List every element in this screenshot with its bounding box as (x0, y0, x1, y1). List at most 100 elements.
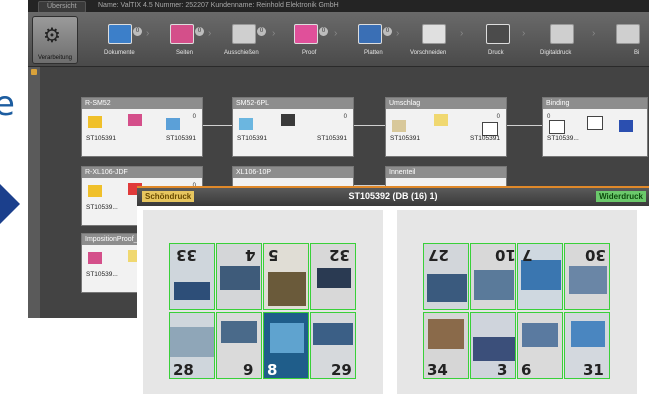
connector-line (352, 125, 385, 126)
page-tile[interactable]: 5 (263, 243, 309, 310)
page-number: 3 (497, 361, 508, 379)
page-number: 33 (176, 246, 197, 264)
front-sheet[interactable]: 33 4 5 32 28 9 8 29 (143, 210, 383, 394)
precut-icon (422, 24, 446, 44)
canvas-side-panel (28, 67, 40, 318)
page-tile[interactable]: 31 (564, 312, 610, 379)
back-sheet[interactable]: 27 10 7 30 34 3 6 31 (397, 210, 637, 394)
page-image (474, 270, 514, 300)
page-number: 7 (522, 246, 533, 264)
chevron-right-icon: › (460, 28, 464, 39)
page-number: 29 (331, 361, 352, 379)
chevron-right-icon: › (522, 28, 526, 39)
print-icon (486, 24, 510, 44)
sheet-title: ST105392 (DB (16) 1) (348, 191, 438, 201)
page-number: 8 (267, 361, 278, 379)
chevron-right-icon: › (592, 28, 596, 39)
node-code: ST10539... (86, 271, 118, 278)
step-label: Druck (488, 50, 504, 56)
node-code: ST105391 (390, 135, 420, 142)
node-code: ST105391 (237, 135, 267, 142)
page-tile[interactable]: 32 (310, 243, 356, 310)
connector-line (201, 125, 232, 126)
workflow-steps: 0 Dokumente › 0 Seiten › 0 Ausschießen ›… (80, 16, 649, 62)
page-number: 9 (243, 361, 254, 379)
book-icon (587, 116, 603, 130)
page-image (521, 260, 561, 290)
workflow-node-sm52-6pl[interactable]: SM52-6PL 0 ST105391 ST105391 (232, 97, 354, 157)
left-margin: e (0, 0, 28, 394)
chevron-right-icon: › (272, 28, 276, 39)
page-number: 10 (495, 246, 516, 264)
job-titlebar: Übersicht Name: ValTIX 4.5 Nummer: 25220… (28, 0, 649, 13)
processing-button[interactable]: ⚙ Verarbeitung (32, 16, 78, 64)
step-label: Seiten (176, 50, 194, 56)
job-info: Name: ValTIX 4.5 Nummer: 252207 Kundenna… (98, 2, 339, 9)
page-tile[interactable]: 10 (470, 243, 516, 310)
node-code-2: ST105391 (317, 135, 347, 142)
node-title: R-XL106-JDF (82, 167, 202, 178)
page-tile[interactable]: 8 (263, 312, 309, 379)
sheet-icon (392, 120, 406, 132)
gears-icon: ⚙ (43, 25, 61, 47)
imposition-icon (232, 24, 256, 44)
sheet-icon (88, 116, 102, 128)
chevron-right-icon: › (146, 28, 150, 39)
page-number: 5 (268, 246, 279, 264)
plates-icon (358, 24, 382, 44)
panel-grip-icon[interactable] (31, 69, 37, 75)
page-image (569, 266, 607, 294)
page-tile[interactable]: 27 (423, 243, 469, 310)
node-title: XL106-10P (233, 167, 353, 178)
workflow-node-r-sm52[interactable]: R-SM52 0 ST105391 ST105391 (81, 97, 203, 157)
page-tile[interactable]: 9 (216, 312, 262, 379)
processing-label: Verarbeitung (37, 55, 73, 61)
proof-icon (294, 24, 318, 44)
page-image (174, 282, 210, 300)
binding-icon (616, 24, 640, 44)
partial-heading-letter: e (0, 84, 15, 124)
page-tile[interactable]: 6 (517, 312, 563, 379)
page-image (473, 337, 515, 361)
sheet-icon (88, 185, 102, 197)
page-tile[interactable]: 30 (564, 243, 610, 310)
back-side-tag[interactable]: Widerdruck (596, 191, 646, 202)
node-code: ST105391 (86, 135, 116, 142)
page-tile[interactable]: 34 (423, 312, 469, 379)
page-tile[interactable]: 7 (517, 243, 563, 310)
page-image (313, 323, 353, 345)
step-label: Vorschneiden (410, 50, 447, 56)
step-count: 0 (195, 27, 204, 36)
node-title: Binding (543, 98, 647, 109)
node-title: Umschlag (386, 98, 506, 109)
page-number: 32 (329, 246, 350, 264)
workflow-node-umschlag[interactable]: Umschlag 0 ST105391 ST105391 (385, 97, 507, 157)
page-image (571, 321, 605, 347)
binder-icon (619, 120, 633, 132)
back-page-grid: 27 10 7 30 34 3 6 31 (423, 243, 613, 380)
page-tile[interactable]: 28 (169, 312, 215, 379)
step-count: 0 (383, 27, 392, 36)
page-image (221, 321, 257, 343)
page-tile[interactable]: 33 (169, 243, 215, 310)
node-title: Innenteil (386, 167, 506, 178)
node-count: 0 (343, 114, 347, 120)
node-count: 0 (547, 114, 551, 120)
page-tile[interactable]: 3 (470, 312, 516, 379)
workflow-node-binding[interactable]: Binding 0 ST10539... (542, 97, 648, 157)
node-code: ST10539... (547, 135, 579, 142)
step-label: Proof (302, 50, 317, 56)
page-tile[interactable]: 4 (216, 243, 262, 310)
pages-icon (170, 24, 194, 44)
page-image (270, 323, 304, 353)
press-icon (281, 114, 295, 126)
press-icon (166, 118, 180, 130)
page-image (317, 268, 351, 288)
page-tile[interactable]: 29 (310, 312, 356, 379)
node-count: 0 (496, 114, 500, 120)
step-label: Dokumente (104, 50, 135, 56)
imposition-icon (434, 114, 448, 126)
node-code-2: ST105391 (166, 135, 196, 142)
arrow-right-icon (0, 170, 20, 238)
page-number: 4 (245, 246, 256, 264)
